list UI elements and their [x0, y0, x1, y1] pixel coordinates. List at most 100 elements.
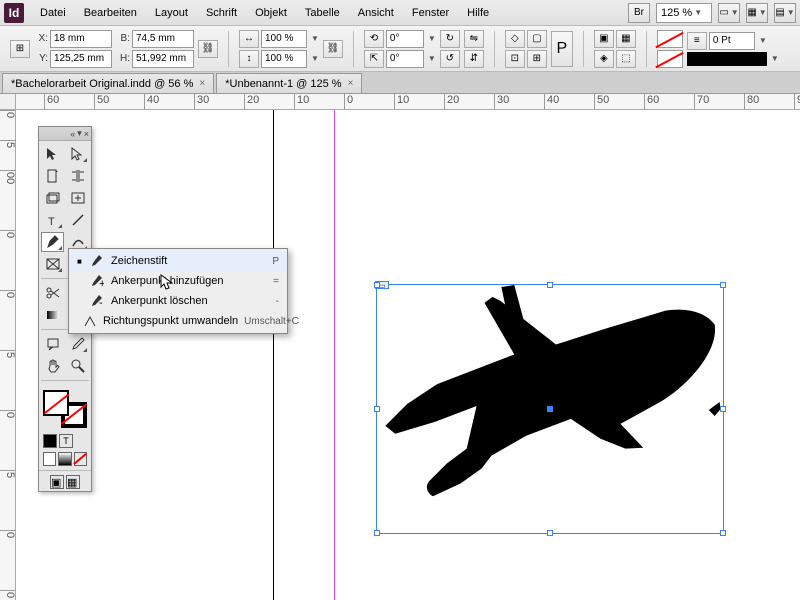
wrap-bound-icon[interactable]: ▦ [616, 30, 636, 48]
x-input[interactable] [50, 30, 112, 48]
scale-y-input[interactable] [261, 50, 307, 68]
text-frame-toggle[interactable]: T [59, 434, 73, 448]
menu-objekt[interactable]: Objekt [247, 3, 295, 23]
constrain-scale-icon[interactable]: ⛓ [323, 40, 343, 58]
center-handle[interactable] [547, 406, 553, 412]
rectangle-frame-tool[interactable] [41, 254, 64, 274]
note-tool[interactable] [41, 334, 64, 354]
stroke-style[interactable] [687, 52, 767, 66]
wrap-shape-icon[interactable]: ◈ [594, 50, 614, 68]
menu-layout[interactable]: Layout [147, 3, 196, 23]
content-placer-tool[interactable] [66, 188, 89, 208]
panel-close-icon[interactable]: × [84, 129, 89, 139]
stroke-swatch[interactable] [657, 50, 683, 68]
view-mode-preview[interactable]: ▦ [66, 475, 80, 489]
menu-schrift[interactable]: Schrift [198, 3, 245, 23]
menu-datei[interactable]: Datei [32, 3, 74, 23]
zoom-level[interactable]: 125 %▼ [656, 3, 712, 23]
flip-h-icon[interactable]: ⇋ [464, 30, 484, 48]
ruler-vertical[interactable]: 05000050500 [0, 110, 16, 600]
selection-handle[interactable] [374, 406, 380, 412]
selection-handle[interactable] [374, 282, 380, 288]
reference-point-icon[interactable]: ⊞ [10, 40, 30, 58]
dropdown-icon: ▼ [694, 8, 702, 17]
fit-icon[interactable]: ⊡ [505, 50, 525, 68]
page-tool[interactable] [41, 166, 64, 186]
workspace-button[interactable]: ▤▼ [774, 3, 796, 23]
close-icon[interactable]: × [199, 78, 205, 89]
fill-stroke-control[interactable] [43, 390, 87, 428]
doc-tab-1[interactable]: *Bachelorarbeit Original.indd @ 56 %× [2, 73, 214, 93]
width-input[interactable] [132, 30, 194, 48]
type-tool[interactable]: T [41, 210, 64, 230]
y-input[interactable] [50, 50, 112, 68]
selection-handle[interactable] [547, 282, 553, 288]
shear-input[interactable] [386, 50, 424, 68]
menu-fenster[interactable]: Fenster [404, 3, 457, 23]
selection-frame[interactable]: ▭ [376, 284, 724, 534]
rotate-icon: ⟲ [364, 30, 384, 48]
arrange-button[interactable]: ▦▼ [746, 3, 768, 23]
menu-ansicht[interactable]: Ansicht [350, 3, 402, 23]
bridge-button[interactable]: Br [628, 3, 650, 23]
content-icon[interactable]: ▢ [527, 30, 547, 48]
flyout-label: Richtungspunkt umwandeln [103, 315, 238, 327]
flyout-shortcut: Umschalt+C [244, 316, 299, 327]
flyout-convert-point[interactable]: Richtungspunkt umwandeln Umschalt+C [69, 311, 287, 331]
panel-head: « ▾ × [39, 127, 91, 141]
rotate-input[interactable] [386, 30, 424, 48]
panel-menu-icon[interactable]: ▾ [77, 128, 82, 139]
flyout-delete-anchor[interactable]: - Ankerpunkt löschen - [69, 291, 287, 311]
menu-hilfe[interactable]: Hilfe [459, 3, 497, 23]
close-icon[interactable]: × [348, 78, 354, 89]
direct-selection-tool[interactable] [66, 144, 89, 164]
default-colors[interactable] [43, 452, 56, 466]
menu-tabelle[interactable]: Tabelle [297, 3, 348, 23]
gradient-swatch-tool[interactable] [41, 305, 64, 325]
flip-v-icon[interactable]: ⇵ [464, 50, 484, 68]
selection-handle[interactable] [547, 530, 553, 536]
fill-swatch[interactable] [657, 30, 683, 48]
collapse-icon[interactable]: « [70, 129, 75, 139]
constrain-icon[interactable]: ⛓ [198, 40, 218, 58]
flyout-add-anchor[interactable]: + Ankerpunkt hinzufügen = [69, 271, 287, 291]
fill-prop-icon[interactable]: ⊞ [527, 50, 547, 68]
fill-color[interactable] [43, 390, 69, 416]
zoom-tool[interactable] [66, 356, 89, 376]
rotate-ccw-icon[interactable]: ↺ [440, 50, 460, 68]
canvas[interactable]: ▭ [16, 110, 800, 600]
apply-color[interactable] [43, 434, 57, 448]
height-input[interactable] [132, 50, 194, 68]
scissors-tool[interactable] [41, 283, 64, 303]
scale-x-icon: ↔ [239, 30, 259, 48]
paragraph-style-icon[interactable]: P [551, 31, 573, 67]
ruler-origin[interactable] [0, 94, 16, 110]
content-collector-tool[interactable] [41, 188, 64, 208]
ruler-horizontal[interactable]: 6050403020100102030405060708090 [16, 94, 800, 110]
selection-handle[interactable] [374, 530, 380, 536]
wrap-none-icon[interactable]: ▣ [594, 30, 614, 48]
wrap-jump-icon[interactable]: ⬚ [616, 50, 636, 68]
selection-handle[interactable] [720, 406, 726, 412]
selection-handle[interactable] [720, 530, 726, 536]
apply-gradient[interactable] [58, 452, 71, 466]
scale-x-input[interactable] [261, 30, 307, 48]
menu-bearbeiten[interactable]: Bearbeiten [76, 3, 145, 23]
selection-handle[interactable] [720, 282, 726, 288]
selection-tool[interactable] [41, 144, 64, 164]
line-tool[interactable] [66, 210, 89, 230]
gap-tool[interactable] [66, 166, 89, 186]
rotate-cw-icon[interactable]: ↻ [440, 30, 460, 48]
stroke-weight-input[interactable] [709, 32, 755, 50]
flyout-label: Zeichenstift [111, 255, 266, 267]
control-bar: ⊞ X: Y: B: H: ⛓ ↔▼ ↕▼ ⛓ ⟲▼ ⇱▼ ↻ ↺ ⇋ ⇵ ◇▢… [0, 26, 800, 72]
screen-mode-button[interactable]: ▭▼ [718, 3, 740, 23]
pen-tool[interactable] [41, 232, 64, 252]
object-icon[interactable]: ◇ [505, 30, 525, 48]
view-mode-normal[interactable]: ▣ [50, 475, 64, 489]
apply-none[interactable] [74, 452, 87, 466]
flyout-pen[interactable]: ■ Zeichenstift P [69, 251, 287, 271]
doc-tab-2[interactable]: *Unbenannt-1 @ 125 %× [216, 73, 362, 93]
eyedropper-tool[interactable] [66, 334, 89, 354]
hand-tool[interactable] [41, 356, 64, 376]
